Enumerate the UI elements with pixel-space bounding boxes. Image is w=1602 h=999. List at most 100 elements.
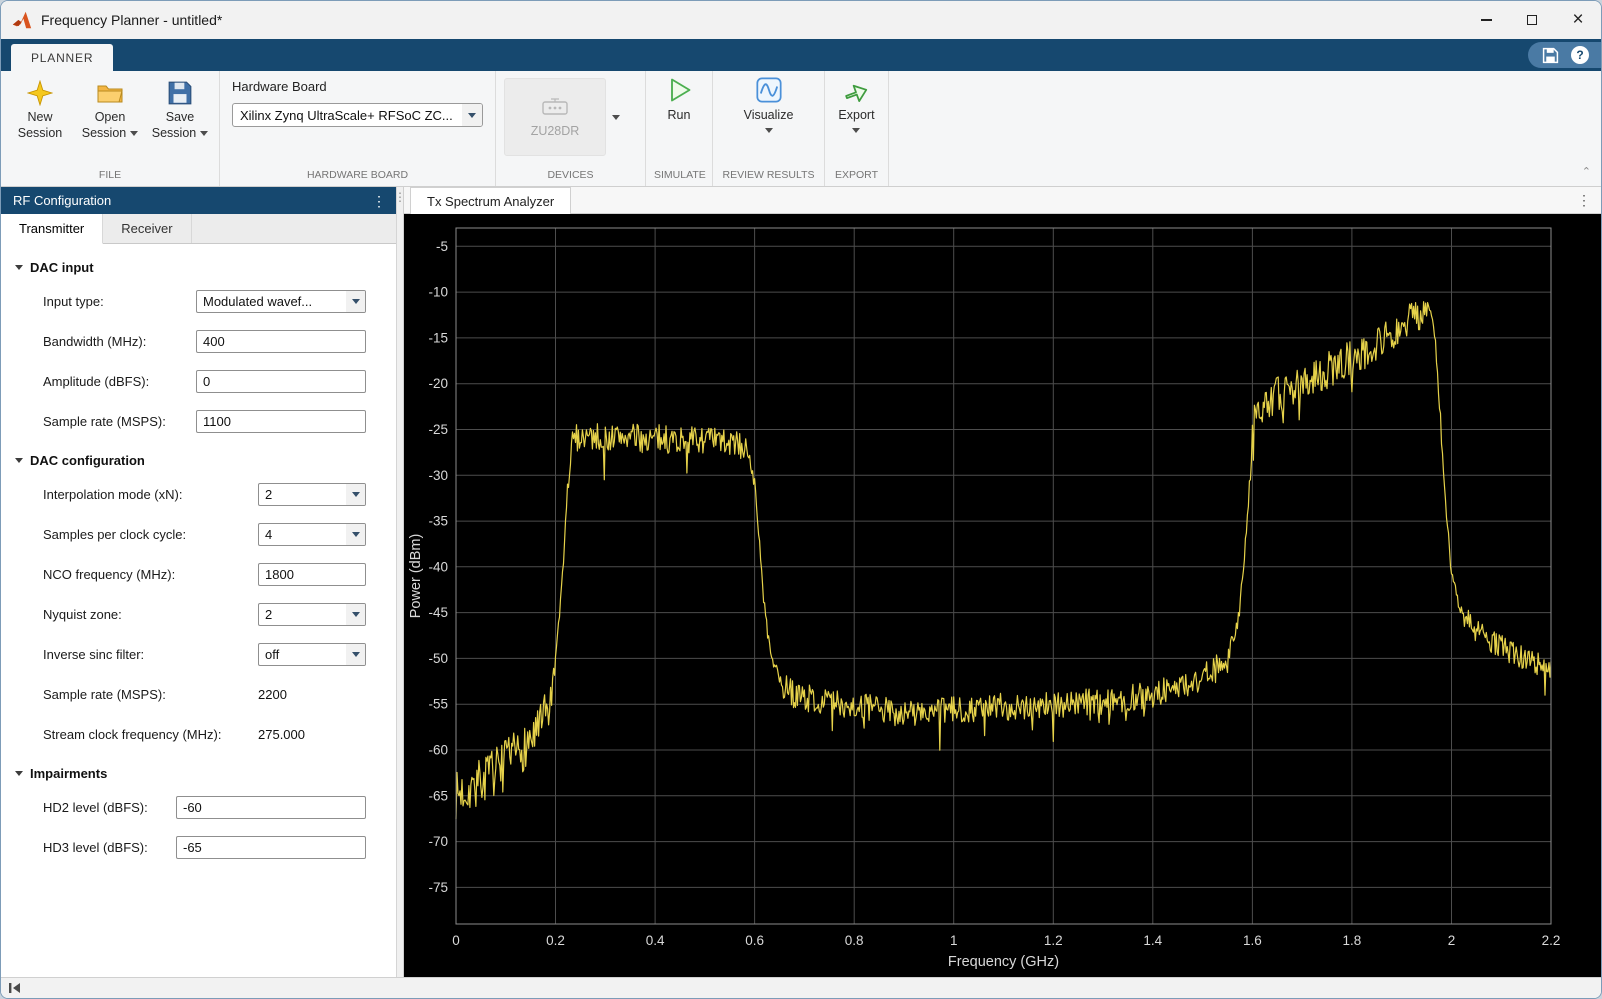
export-button[interactable]: Export xyxy=(836,71,876,133)
field-row: Interpolation mode (xN): 2 xyxy=(43,474,366,514)
svg-text:1.6: 1.6 xyxy=(1243,933,1262,948)
minimize-icon xyxy=(1480,19,1492,21)
tab-receiver[interactable]: Receiver xyxy=(103,214,192,243)
chevron-down-icon xyxy=(346,603,365,625)
collapse-triangle-icon xyxy=(15,771,23,776)
section-label-hardware: HARDWARE BOARD xyxy=(306,169,409,181)
section-label-simulate: SIMULATE xyxy=(654,169,706,181)
new-session-icon xyxy=(27,80,53,106)
chevron-down-icon xyxy=(346,643,365,665)
svg-text:-50: -50 xyxy=(428,651,448,666)
dropdown-value: off xyxy=(265,646,280,662)
svg-text:0.4: 0.4 xyxy=(646,933,665,948)
svg-text:-10: -10 xyxy=(428,285,448,300)
matlab-logo-icon xyxy=(12,11,32,29)
main-area: RF Configuration ⋮ Transmitter Receiver … xyxy=(1,187,1601,977)
svg-text:-70: -70 xyxy=(428,834,448,849)
visualize-icon xyxy=(755,77,782,103)
nco-frequency-input[interactable] xyxy=(258,562,366,586)
chevron-down-icon xyxy=(852,127,861,133)
minimize-button[interactable] xyxy=(1463,1,1509,39)
field-label: HD2 level (dBFS): xyxy=(43,799,148,815)
chevron-down-icon xyxy=(612,114,620,120)
window-controls: × xyxy=(1463,1,1601,39)
dropdown-value: 4 xyxy=(265,526,273,542)
close-button[interactable]: × xyxy=(1555,1,1601,39)
maximize-button[interactable] xyxy=(1509,1,1555,39)
tab-transmitter[interactable]: Transmitter xyxy=(1,214,104,244)
chevron-down-icon xyxy=(130,130,139,136)
svg-text:Power (dBm): Power (dBm) xyxy=(408,534,424,619)
samples-per-clock-dropdown[interactable]: 4 xyxy=(258,522,366,546)
panel-kebab-icon[interactable]: ⋮ xyxy=(372,194,386,208)
section-label-review: REVIEW RESULTS xyxy=(722,169,815,181)
input-type-dropdown[interactable]: Modulated wavef... xyxy=(196,289,366,313)
document-kebab-icon[interactable]: ⋮ xyxy=(1577,192,1591,209)
hd2-level-input[interactable] xyxy=(176,795,366,819)
ribbon: New Session Open Session Save Session FI… xyxy=(1,71,1601,187)
help-button[interactable]: ? xyxy=(1571,46,1589,64)
hd3-level-input[interactable] xyxy=(176,835,366,859)
chevron-down-icon xyxy=(200,130,209,136)
panel-title: RF Configuration xyxy=(13,193,112,208)
svg-text:-25: -25 xyxy=(428,422,448,437)
document-tab-bar: Tx Spectrum Analyzer ⋮ xyxy=(404,187,1601,214)
run-button[interactable]: Run xyxy=(663,71,695,124)
ribbon-section-devices: ZU28DR DEVICES xyxy=(496,71,646,186)
svg-text:1.4: 1.4 xyxy=(1143,933,1162,948)
nyquist-zone-dropdown[interactable]: 2 xyxy=(258,602,366,626)
tab-planner[interactable]: PLANNER xyxy=(11,44,114,71)
svg-text:-5: -5 xyxy=(436,239,448,254)
rf-configuration-header: RF Configuration ⋮ xyxy=(1,187,396,214)
tab-tx-spectrum-analyzer[interactable]: Tx Spectrum Analyzer xyxy=(410,187,572,214)
svg-text:-55: -55 xyxy=(428,697,448,712)
inverse-sinc-filter-dropdown[interactable]: off xyxy=(258,642,366,666)
open-session-label-1: Open xyxy=(94,110,126,124)
save-session-button[interactable]: Save Session xyxy=(149,75,211,141)
section-label-export: EXPORT xyxy=(835,169,878,181)
chevron-down-icon xyxy=(346,483,365,505)
save-icon[interactable] xyxy=(1542,47,1559,64)
svg-text:Frequency (GHz): Frequency (GHz) xyxy=(948,954,1059,970)
device-dropdown-button[interactable] xyxy=(606,78,626,156)
svg-text:-20: -20 xyxy=(428,376,448,391)
maximize-icon xyxy=(1527,15,1537,25)
section-dac-configuration[interactable]: DAC configuration xyxy=(1,441,396,474)
collapse-panel-icon[interactable] xyxy=(8,982,22,994)
bandwidth-input[interactable] xyxy=(196,329,366,353)
field-label: Samples per clock cycle: xyxy=(43,526,187,542)
svg-text:-75: -75 xyxy=(428,880,448,895)
field-row: HD3 level (dBFS): xyxy=(43,827,366,867)
open-session-button[interactable]: Open Session xyxy=(79,75,141,141)
ribbon-section-review: Visualize REVIEW RESULTS xyxy=(713,71,825,186)
run-label: Run xyxy=(667,108,691,122)
svg-text:1: 1 xyxy=(950,933,958,948)
chevron-down-icon xyxy=(346,523,365,545)
field-row: Sample rate (MSPS): xyxy=(43,401,366,441)
status-bar xyxy=(1,977,1601,998)
device-tile-zu28dr[interactable]: ZU28DR xyxy=(504,78,606,156)
interpolation-mode-dropdown[interactable]: 2 xyxy=(258,482,366,506)
section-impairments[interactable]: Impairments xyxy=(1,754,396,787)
export-icon xyxy=(845,84,868,102)
rf-configuration-panel: RF Configuration ⋮ Transmitter Receiver … xyxy=(1,187,396,977)
spectrum-chart[interactable]: 0 0.2 0.4 0.6 0.8 1 1.2 1.4 1.6 1.8 2 2.2 -5 -10 -15 -2… xyxy=(404,214,1601,977)
field-row: HD2 level (dBFS): xyxy=(43,787,366,827)
ribbon-collapse-icon[interactable]: ⌃ xyxy=(1582,165,1591,178)
dropdown-value: Modulated wavef... xyxy=(203,293,313,309)
visualize-button[interactable]: Visualize xyxy=(742,71,796,133)
export-label: Export xyxy=(838,108,875,122)
section-dac-input[interactable]: DAC input xyxy=(1,248,396,281)
panel-splitter[interactable]: ⋮ xyxy=(394,187,406,977)
new-session-button[interactable]: New Session xyxy=(9,75,71,141)
sample-rate-input[interactable] xyxy=(196,409,366,433)
hardware-board-dropdown[interactable]: Xilinx Zynq UltraScale+ RFSoC ZC... xyxy=(232,103,483,127)
field-label: Inverse sinc filter: xyxy=(43,646,145,662)
section-title: Impairments xyxy=(30,766,108,781)
svg-text:-35: -35 xyxy=(428,514,448,529)
open-session-label-2: Session xyxy=(81,125,127,140)
field-row: Nyquist zone: 2 xyxy=(43,594,366,634)
ribbon-tab-row: PLANNER ? xyxy=(1,39,1601,71)
amplitude-input[interactable] xyxy=(196,369,366,393)
field-label: Input type: xyxy=(43,293,104,309)
